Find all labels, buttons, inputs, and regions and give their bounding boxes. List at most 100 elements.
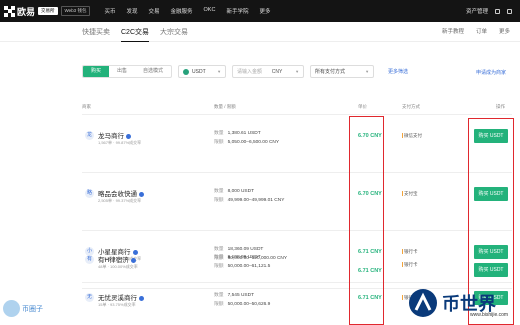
qty-value: 9,108.99 USDT bbox=[227, 255, 261, 260]
payment-icon bbox=[402, 295, 403, 301]
verified-icon bbox=[139, 295, 144, 301]
limit-label: 限额 bbox=[214, 198, 224, 203]
main-nav: 买币 发现 交易 金融服务 OKC 新手学院 更多 bbox=[104, 7, 281, 15]
limit-label: 限额 bbox=[214, 302, 224, 307]
nav-item-trade[interactable]: 交易 bbox=[148, 7, 159, 15]
nav-item-discover[interactable]: 发现 bbox=[126, 7, 137, 15]
chevron-down-icon: ▼ bbox=[295, 69, 300, 74]
tab-block-trade[interactable]: 大宗交易 bbox=[160, 27, 188, 37]
header-action: 操作 bbox=[496, 104, 505, 109]
limit-value: 5,050.00–6,500.00 CNY bbox=[227, 140, 280, 145]
tab-quick-trade[interactable]: 快捷买卖 bbox=[82, 27, 110, 37]
merchant-stats: 48单 · 100.00%成交率 bbox=[98, 264, 138, 269]
verified-icon bbox=[130, 257, 136, 263]
avatar: 有 bbox=[85, 255, 94, 264]
payment-method: 微信支付 bbox=[404, 133, 422, 138]
header-qty: 数量 / 限额 bbox=[214, 104, 236, 109]
header-payment: 支付方式 bbox=[402, 104, 420, 109]
table-row: 龙 龙马商行 1,567单 · 99.87%成交率 数量 1,380.61 USD… bbox=[82, 114, 512, 172]
buy-toggle[interactable]: 购买 bbox=[83, 66, 110, 77]
qty-value: 8,000 USDT bbox=[227, 189, 255, 194]
limit-value: 50,000.00–61,121.5 bbox=[227, 264, 271, 269]
qty-label: 数量 bbox=[214, 255, 224, 260]
apply-merchant-link[interactable]: 申请成为商家 bbox=[476, 69, 506, 76]
limit-value: 49,999.00–49,999.01 CNY bbox=[227, 198, 285, 203]
merchant-name[interactable]: 无忧灵溪商行 bbox=[98, 295, 137, 302]
nav-item-okc[interactable]: OKC bbox=[204, 7, 216, 15]
merchant-stats: 15单 · 93.75%成交率 bbox=[98, 302, 136, 307]
qty-label: 数量 bbox=[214, 247, 224, 252]
verified-icon bbox=[139, 191, 144, 197]
asset-management-link[interactable]: 资产管理 bbox=[466, 7, 488, 15]
tab-c2c[interactable]: C2C交易 bbox=[121, 27, 150, 42]
amount-placeholder: 请输入金额 bbox=[237, 69, 263, 75]
watermark-left: 币圈子 bbox=[3, 300, 43, 317]
amount-input[interactable]: 请输入金额 CNY ▼ bbox=[232, 65, 305, 78]
buy-sell-toggle: 购买 出售 自选模式 bbox=[82, 65, 173, 78]
qty-label: 数量 bbox=[214, 131, 224, 136]
avatar: 略 bbox=[85, 189, 94, 198]
limit-value: 50,000.00–50,626.9 bbox=[227, 302, 271, 307]
payment-icon bbox=[402, 262, 403, 268]
table-row: 小 小星星商行 9,794单 · 99.66%成交率 数量 18,360.09 U… bbox=[82, 230, 512, 288]
merchant-name[interactable]: 略品会收快通 bbox=[98, 191, 137, 198]
watermark-url: www.bishijie.com bbox=[470, 312, 509, 318]
coin-select[interactable]: USDT ▼ bbox=[178, 65, 227, 78]
payment-icon bbox=[402, 249, 403, 255]
web3-wallet-pill[interactable]: Web3 钱包 bbox=[60, 6, 91, 16]
sell-toggle[interactable]: 出售 bbox=[109, 66, 135, 77]
nav-item-academy[interactable]: 新手学院 bbox=[226, 7, 248, 15]
payment-select[interactable]: 所有支付方式 ▼ bbox=[310, 65, 375, 78]
okx-logo-icon bbox=[4, 5, 15, 17]
watermark-left-text: 币圈子 bbox=[22, 305, 43, 313]
nav-item-more[interactable]: 更多 bbox=[259, 7, 270, 15]
payment-method: 支付宝 bbox=[404, 191, 418, 196]
payment-icon bbox=[402, 191, 403, 197]
payment-icon bbox=[402, 133, 403, 139]
avatar: 龙 bbox=[85, 131, 94, 140]
qty-value: 7,545 USDT bbox=[227, 293, 255, 298]
table-row: 略 略品会收快通 2,505单 · 99.37%成交率 数量 8,000 USDT… bbox=[82, 172, 512, 230]
qty-label: 数量 bbox=[214, 189, 224, 194]
merchant-stats: 1,567单 · 99.87%成交率 bbox=[98, 140, 142, 145]
more-filters-link[interactable]: 更多筛选 bbox=[388, 68, 408, 75]
coin-select-value: USDT bbox=[192, 68, 206, 75]
merchant-stats: 2,505单 · 99.37%成交率 bbox=[98, 198, 142, 203]
more-link[interactable]: 更多 bbox=[499, 27, 510, 35]
payment-select-value: 所有支付方式 bbox=[315, 69, 346, 75]
brand-name: 欧易 bbox=[17, 6, 36, 17]
header-merchant: 商家 bbox=[82, 104, 91, 109]
qty-value: 18,360.09 USDT bbox=[227, 247, 264, 252]
merchant-name[interactable]: 有H律宿济 bbox=[98, 257, 129, 264]
download-icon[interactable] bbox=[507, 8, 512, 14]
tutorial-link[interactable]: 新手教程 bbox=[442, 27, 464, 35]
price-highlight-box bbox=[349, 116, 384, 325]
currency-select[interactable]: CNY bbox=[272, 69, 283, 75]
chevron-down-icon: ▼ bbox=[217, 69, 222, 74]
nav-item-buy[interactable]: 买币 bbox=[104, 7, 115, 15]
limit-label: 限额 bbox=[214, 140, 224, 145]
qty-label: 数量 bbox=[214, 293, 224, 298]
header-price: 单价 bbox=[358, 104, 367, 109]
avatar: 无 bbox=[85, 293, 94, 302]
bishijie-logo-icon bbox=[408, 288, 438, 318]
chevron-down-icon: ▼ bbox=[365, 69, 370, 74]
top-navbar: 欧易 交易所 Web3 钱包 买币 发现 交易 金融服务 OKC 新手学院 更多… bbox=[0, 0, 520, 22]
exchange-pill[interactable]: 交易所 bbox=[38, 7, 58, 15]
payment-method: 银行卡 bbox=[404, 262, 418, 267]
watermark-logo-icon bbox=[3, 300, 20, 317]
usdt-icon bbox=[183, 68, 190, 75]
merchant-name[interactable]: 龙马商行 bbox=[98, 133, 124, 140]
filter-bar: 购买 出售 自选模式 USDT ▼ 请输入金额 CNY ▼ 所有支付方式 ▼ 更… bbox=[82, 65, 408, 78]
limit-label: 限额 bbox=[214, 264, 224, 269]
orders-link[interactable]: 订单 bbox=[476, 27, 487, 35]
verified-icon bbox=[126, 133, 131, 139]
okx-logo[interactable]: 欧易 bbox=[4, 5, 35, 18]
user-icon[interactable] bbox=[495, 8, 500, 14]
mode-toggle[interactable]: 自选模式 bbox=[135, 66, 171, 77]
sub-navbar: 快捷买卖 C2C交易 大宗交易 新手教程 订单 更多 bbox=[0, 22, 520, 42]
nav-item-finance[interactable]: 金融服务 bbox=[171, 7, 193, 15]
watermark-right: 币世界 www.bishijie.com bbox=[408, 283, 518, 323]
qty-value: 1,380.61 USDT bbox=[227, 131, 261, 136]
payment-method: 银行卡 bbox=[404, 249, 418, 254]
